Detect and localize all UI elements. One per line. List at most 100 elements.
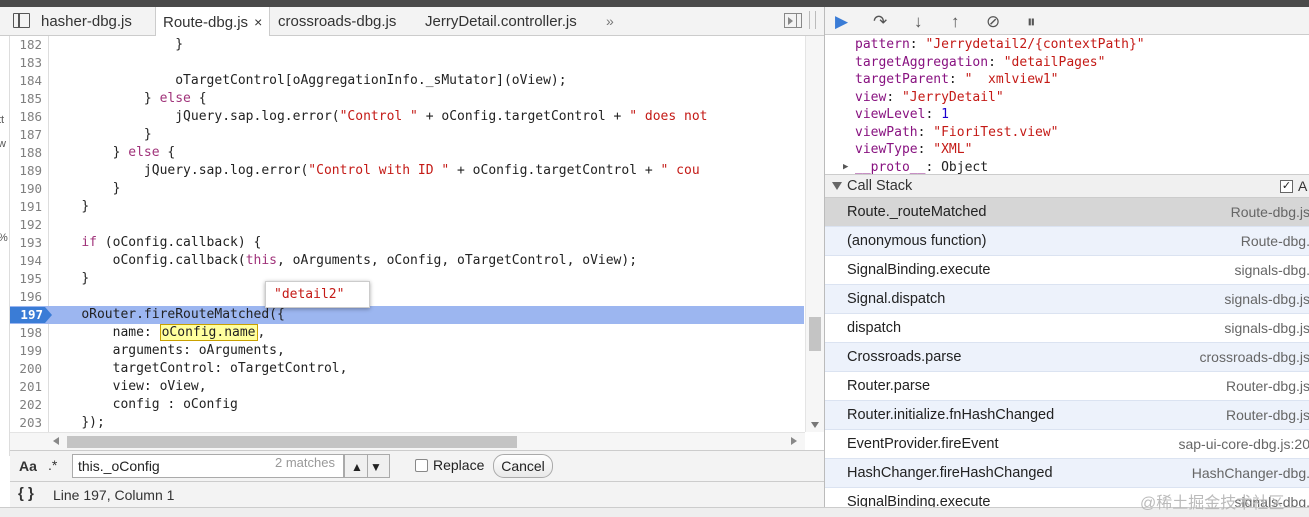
scope-property[interactable]: targetParent: " xmlview1" <box>855 71 1059 88</box>
close-tab-icon[interactable]: × <box>254 14 262 30</box>
tab-jerrydetail-controller[interactable]: JerryDetail.controller.js <box>425 7 577 36</box>
code-line[interactable]: 188 } else { <box>10 144 804 162</box>
next-match-button[interactable]: ▼ <box>370 460 382 474</box>
call-frame[interactable]: SignalBinding.execute signals-dbg. <box>825 256 1309 285</box>
code-line[interactable]: 202 config : oConfig <box>10 396 804 414</box>
scroll-right-icon[interactable] <box>791 437 797 445</box>
call-frame[interactable]: Route._routeMatched Route-dbg.js <box>825 198 1309 227</box>
scrollbar-thumb[interactable] <box>809 317 821 351</box>
line-number[interactable]: 203 <box>10 414 42 432</box>
frame-location-link[interactable]: Route-dbg.js <box>1231 204 1309 220</box>
scope-property[interactable]: viewPath: "FioriTest.view" <box>855 124 1059 141</box>
line-number[interactable]: 199 <box>10 342 42 360</box>
call-frame[interactable]: (anonymous function) Route-dbg. <box>825 227 1309 256</box>
line-number[interactable]: 191 <box>10 198 42 216</box>
code-line[interactable]: 184 oTargetControl[oAggregationInfo._sMu… <box>10 72 804 90</box>
code-line[interactable]: 189 jQuery.sap.log.error("Control with I… <box>10 162 804 180</box>
toggle-navigator-icon[interactable] <box>13 13 30 28</box>
frame-location-link[interactable]: Router-dbg.js <box>1226 378 1309 394</box>
scrollbar-thumb[interactable] <box>67 436 517 448</box>
frame-location-link[interactable]: sap-ui-core-dbg.js:20 <box>1178 436 1309 452</box>
line-number[interactable]: 182 <box>10 36 42 54</box>
cancel-button[interactable]: Cancel <box>493 454 553 478</box>
resume-icon[interactable]: ▶ <box>835 12 848 32</box>
scope-property[interactable]: __proto__: Object <box>855 159 988 175</box>
call-frame[interactable]: Signal.dispatch signals-dbg.js <box>825 285 1309 314</box>
code-line[interactable]: 182 } <box>10 36 804 54</box>
line-number[interactable]: 198 <box>10 324 42 342</box>
deactivate-breakpoints-icon[interactable]: ⊘ <box>986 12 1000 32</box>
tab-hasher-dbg[interactable]: hasher-dbg.js <box>41 7 132 36</box>
code-line[interactable]: 194 oConfig.callback(this, oArguments, o… <box>10 252 804 270</box>
code-line[interactable]: 187 } <box>10 126 804 144</box>
pause-on-exceptions-icon[interactable]: ⏸ <box>1027 12 1036 32</box>
line-number[interactable]: 195 <box>10 270 42 288</box>
step-out-icon[interactable]: ↑ <box>951 12 960 32</box>
code-line[interactable]: 185 } else { <box>10 90 804 108</box>
tab-route-dbg[interactable]: Route-dbg.js × <box>155 7 271 37</box>
editor-vertical-scrollbar[interactable] <box>805 36 824 432</box>
frame-location-link[interactable]: signals-dbg. <box>1235 262 1309 278</box>
frame-location-link[interactable]: Route-dbg. <box>1241 233 1309 249</box>
call-frame[interactable]: dispatch signals-dbg.js <box>825 314 1309 343</box>
call-frame[interactable]: EventProvider.fireEvent sap-ui-core-dbg.j… <box>825 430 1309 459</box>
code-line[interactable]: 192 <box>10 216 804 234</box>
expand-triangle-icon[interactable]: ▶ <box>843 162 848 172</box>
more-tabs-icon[interactable]: » <box>606 13 614 29</box>
code-line[interactable]: 193 if (oConfig.callback) { <box>10 234 804 252</box>
frame-location-link[interactable]: Router-dbg.js <box>1226 407 1309 423</box>
code-line[interactable]: 203 }); <box>10 414 804 432</box>
regex-toggle[interactable]: .* <box>48 457 57 473</box>
scroll-down-icon[interactable] <box>811 422 819 428</box>
code-line[interactable]: 183 <box>10 54 804 72</box>
editor-horizontal-scrollbar[interactable] <box>10 432 805 450</box>
line-number[interactable]: 184 <box>10 72 42 90</box>
line-number[interactable]: 202 <box>10 396 42 414</box>
line-number[interactable]: 193 <box>10 234 42 252</box>
call-frame[interactable]: HashChanger.fireHashChanged HashChanger-d… <box>825 459 1309 488</box>
code-line[interactable]: 190 } <box>10 180 804 198</box>
step-over-icon[interactable]: ↷ <box>873 12 887 32</box>
scope-property[interactable]: pattern: "Jerrydetail2/{contextPath}" <box>855 36 1145 53</box>
call-frame[interactable]: Router.parse Router-dbg.js <box>825 372 1309 401</box>
pretty-print-button[interactable]: { } <box>18 485 34 502</box>
call-frame[interactable]: Crossroads.parse crossroads-dbg.js <box>825 343 1309 372</box>
collapse-triangle-icon[interactable] <box>832 182 842 190</box>
code-line[interactable]: 195 } <box>10 270 804 288</box>
code-line[interactable]: 201 view: oView, <box>10 378 804 396</box>
line-number[interactable]: 185 <box>10 90 42 108</box>
code-line[interactable]: 186 jQuery.sap.log.error("Control " + oC… <box>10 108 804 126</box>
tab-crossroads-dbg[interactable]: crossroads-dbg.js <box>278 7 396 36</box>
line-number[interactable]: 186 <box>10 108 42 126</box>
line-number[interactable]: 200 <box>10 360 42 378</box>
scroll-left-icon[interactable] <box>53 437 59 445</box>
line-number[interactable]: 187 <box>10 126 42 144</box>
line-number[interactable]: 192 <box>10 216 42 234</box>
line-number[interactable]: 201 <box>10 378 42 396</box>
code-line[interactable]: 198 name: oConfig.name, <box>10 324 804 342</box>
line-number[interactable]: 190 <box>10 180 42 198</box>
scope-property[interactable]: viewLevel: 1 <box>855 106 949 123</box>
line-number[interactable]: 194 <box>10 252 42 270</box>
current-execution-line[interactable]: 197 oRouter.fireRouteMatched({ <box>10 306 804 324</box>
step-into-icon[interactable]: ↓ <box>914 12 923 32</box>
code-line[interactable]: 191 } <box>10 198 804 216</box>
toggle-debugger-pane-icon[interactable] <box>784 13 802 28</box>
frame-location-link[interactable]: HashChanger-dbg. <box>1192 465 1309 481</box>
code-line[interactable]: 199 arguments: oArguments, <box>10 342 804 360</box>
previous-match-button[interactable]: ▲ <box>351 460 363 474</box>
call-stack-header[interactable]: Call Stack ✓ A <box>825 174 1309 198</box>
code-line[interactable]: 200 targetControl: oTargetControl, <box>10 360 804 378</box>
scope-property[interactable]: view: "JerryDetail" <box>855 89 1004 106</box>
line-number[interactable]: 183 <box>10 54 42 72</box>
scope-property[interactable]: viewType: "XML" <box>855 141 972 158</box>
line-number[interactable]: 188 <box>10 144 42 162</box>
call-frame[interactable]: Router.initialize.fnHashChanged Router-db… <box>825 401 1309 430</box>
frame-location-link[interactable]: signals-dbg.js <box>1224 291 1309 307</box>
replace-checkbox[interactable] <box>415 459 428 472</box>
code-editor[interactable]: 182 } 183 184 oTargetControl[oAggregationI… <box>10 36 824 432</box>
line-number[interactable]: 196 <box>10 288 42 306</box>
scope-property[interactable]: targetAggregation: "detailPages" <box>855 54 1105 71</box>
async-checkbox[interactable]: ✓ <box>1280 180 1293 193</box>
match-case-toggle[interactable]: Aa <box>19 458 37 474</box>
